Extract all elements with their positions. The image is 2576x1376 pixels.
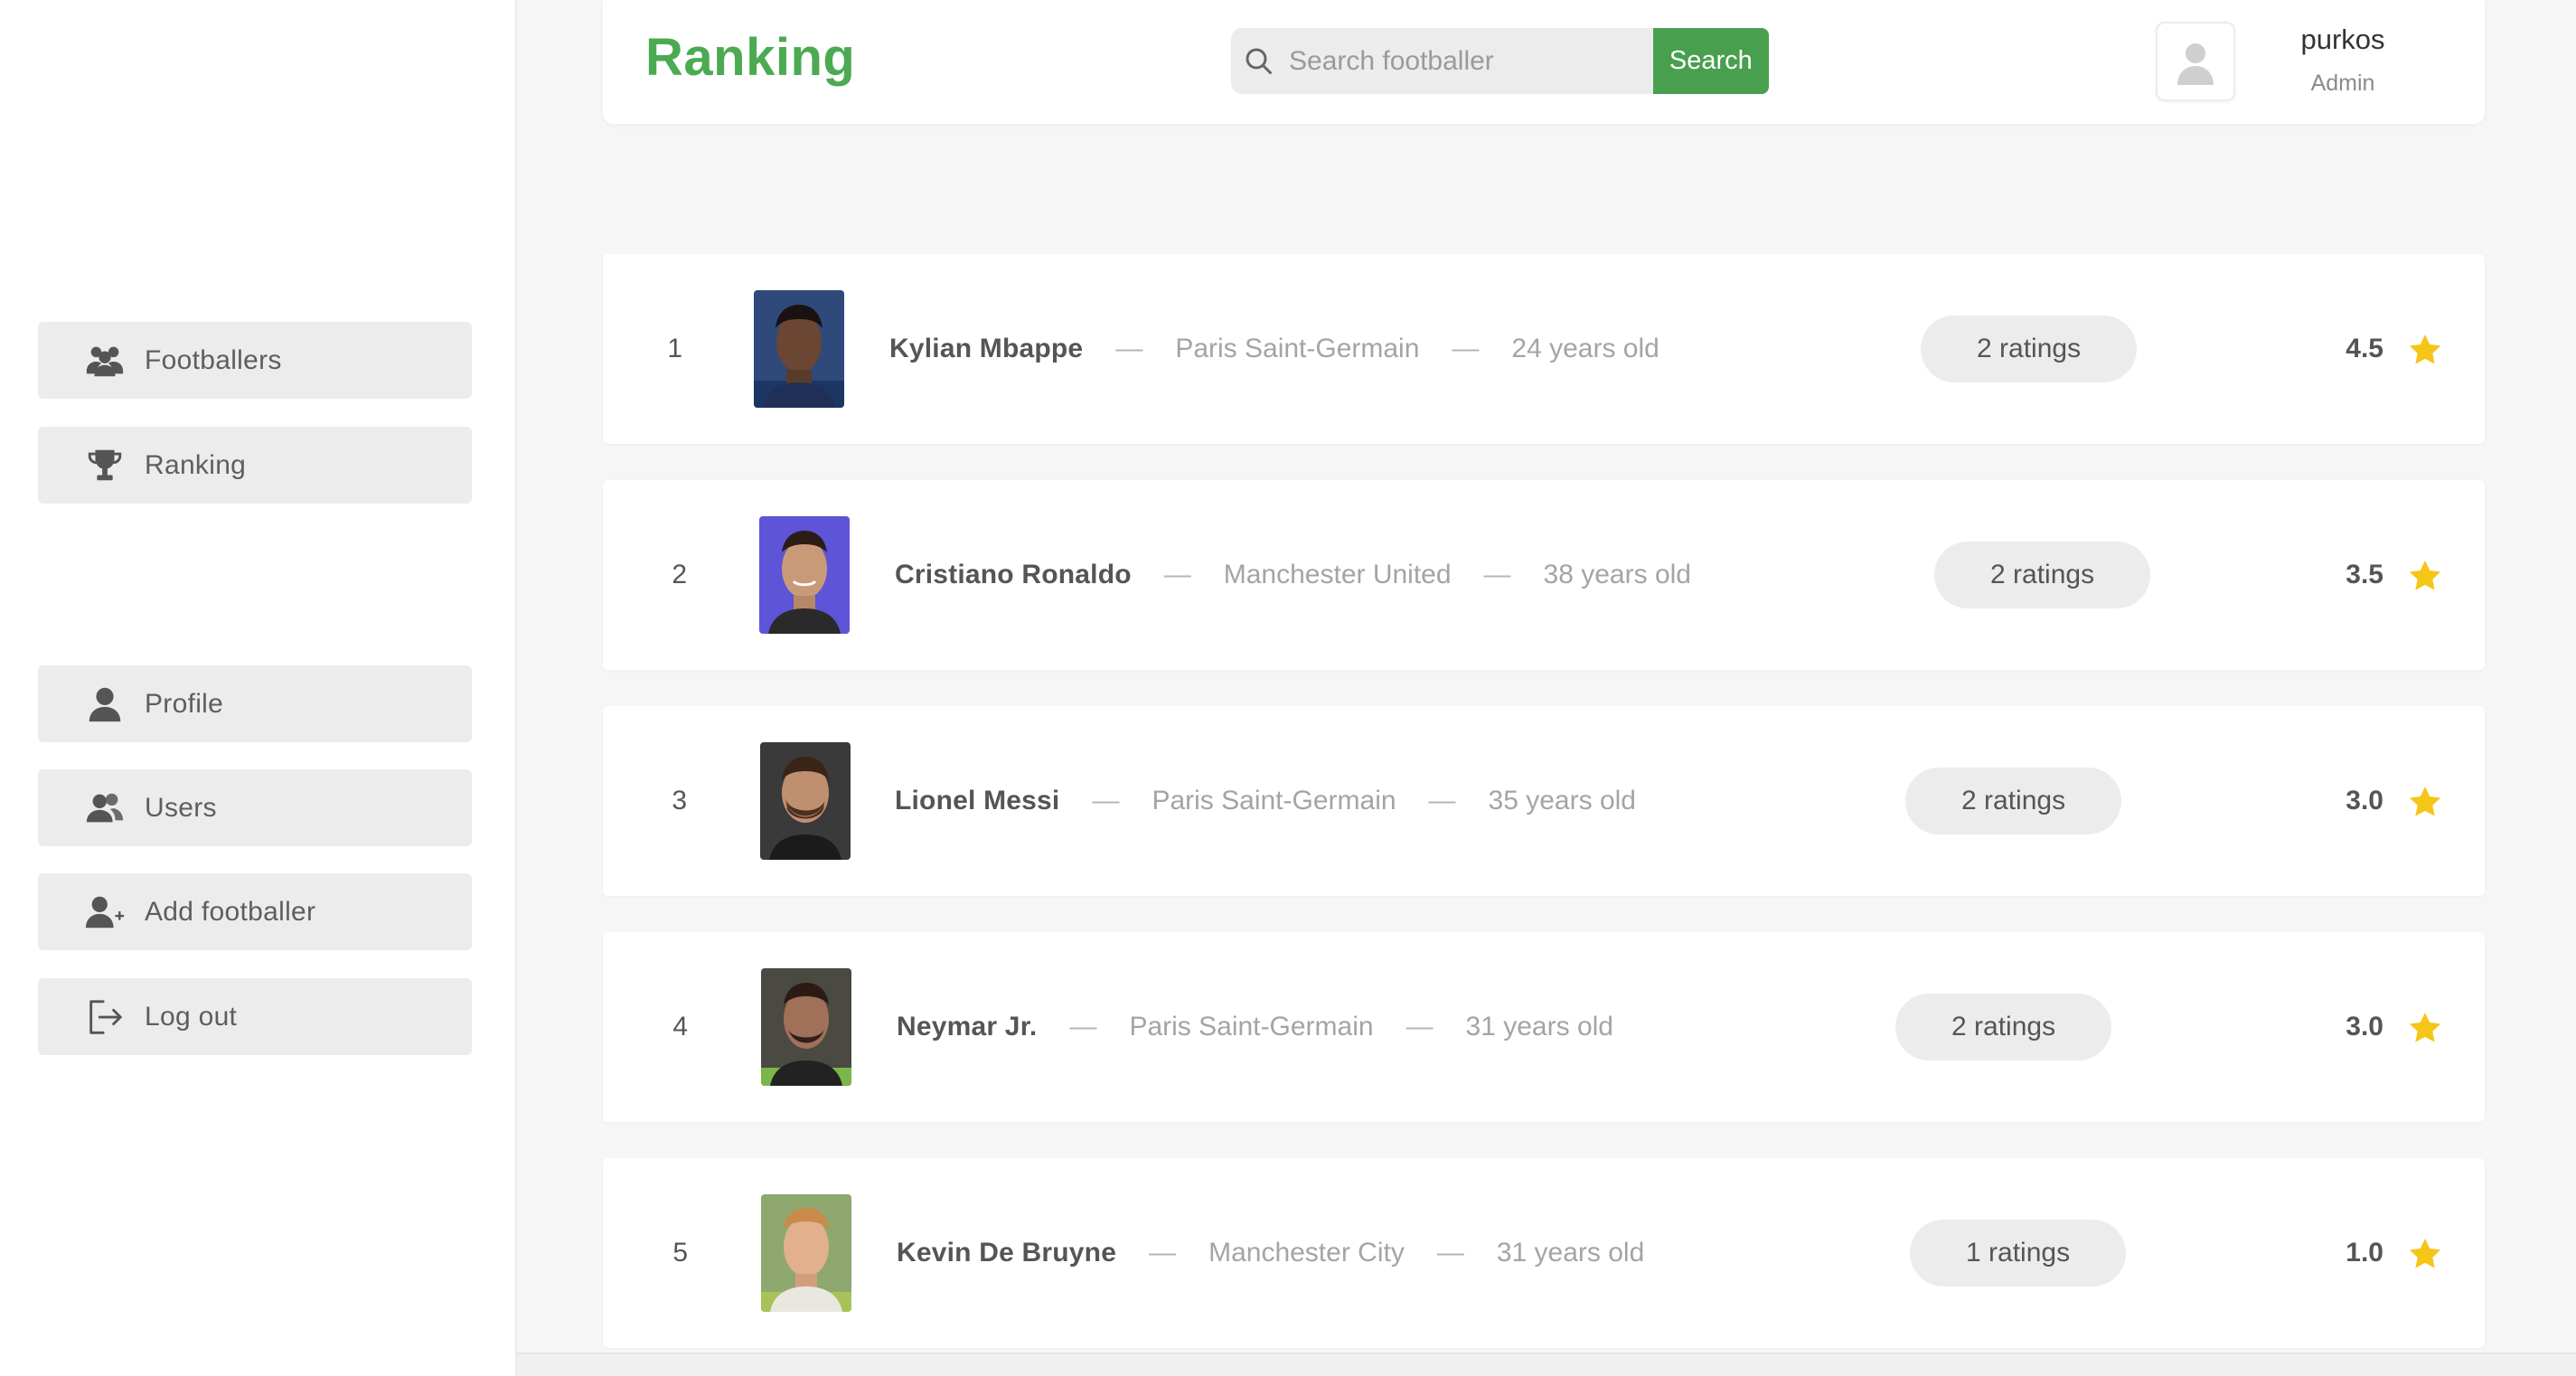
player-photo xyxy=(761,1194,851,1312)
separator: — xyxy=(1436,1238,1464,1268)
sidebar-item-label: Footballers xyxy=(145,344,282,375)
rank-number: 1 xyxy=(667,334,682,363)
separator: — xyxy=(1483,560,1511,589)
ranking-row[interactable]: 1 Kylian Mbappe — Paris Saint-Germain — … xyxy=(603,254,2485,444)
player-name: Kevin De Bruyne xyxy=(897,1238,1117,1268)
star-icon xyxy=(2409,1013,2441,1042)
avatar[interactable] xyxy=(2156,22,2235,101)
sidebar-item-log-out[interactable]: Log out xyxy=(38,978,472,1055)
user-avatar-icon xyxy=(2177,43,2214,85)
player-club: Manchester City xyxy=(1208,1238,1405,1268)
player-club: Manchester United xyxy=(1223,560,1452,589)
sidebar-item-label: Profile xyxy=(145,688,224,719)
separator: — xyxy=(1163,560,1191,589)
star-icon xyxy=(2409,1239,2441,1268)
logout-icon xyxy=(83,995,127,1039)
user-role: Admin xyxy=(2310,71,2375,96)
user-name: purkos xyxy=(2300,24,2385,55)
player-photo xyxy=(761,968,851,1086)
ratings-count-badge[interactable]: 1 ratings xyxy=(1910,1220,2127,1286)
player-photo xyxy=(760,742,851,860)
player-name: Lionel Messi xyxy=(895,786,1060,815)
sidebar-item-label: Users xyxy=(145,792,217,823)
star-icon xyxy=(2409,787,2441,816)
rating-score: 1.0 xyxy=(2346,1238,2383,1268)
player-info: Cristiano Ronaldo — Manchester United — … xyxy=(895,480,1691,670)
player-age: 31 years old xyxy=(1496,1238,1645,1268)
player-age: 35 years old xyxy=(1488,786,1636,815)
rating-score: 3.5 xyxy=(2346,560,2383,589)
ratings-count-badge[interactable]: 2 ratings xyxy=(1905,768,2122,834)
horizontal-scrollbar[interactable] xyxy=(517,1352,2576,1376)
ranking-row[interactable]: 2 Cristiano Ronaldo — Manchester United … xyxy=(603,480,2485,670)
search-input[interactable] xyxy=(1289,45,1650,77)
header: Ranking Search purkos Admin xyxy=(603,0,2485,124)
player-info: Kylian Mbappe — Paris Saint-Germain — 24… xyxy=(889,254,1659,444)
ratings-count-badge[interactable]: 2 ratings xyxy=(1934,542,2151,608)
sidebar: Footballers Ranking Profile Users Add fo… xyxy=(0,0,517,1376)
sidebar-item-label: Add footballer xyxy=(145,896,316,927)
player-club: Paris Saint-Germain xyxy=(1175,334,1420,363)
ranking-row[interactable]: 5 Kevin De Bruyne — Manchester City — 31… xyxy=(603,1158,2485,1348)
rank-number: 5 xyxy=(672,1238,688,1268)
separator: — xyxy=(1092,786,1120,815)
separator: — xyxy=(1069,1012,1097,1041)
player-club: Paris Saint-Germain xyxy=(1129,1012,1374,1041)
user-icon xyxy=(83,683,127,726)
sidebar-item-profile[interactable]: Profile xyxy=(38,665,472,742)
player-info: Lionel Messi — Paris Saint-Germain — 35 … xyxy=(895,706,1636,896)
star-icon xyxy=(2409,335,2441,364)
player-info: Kevin De Bruyne — Manchester City — 31 y… xyxy=(897,1158,1644,1348)
player-name: Neymar Jr. xyxy=(897,1012,1038,1041)
rating-score: 4.5 xyxy=(2346,334,2383,363)
page-title: Ranking xyxy=(645,28,856,87)
separator: — xyxy=(1149,1238,1177,1268)
user-plus-icon xyxy=(83,891,127,934)
search-field[interactable] xyxy=(1231,28,1653,94)
ratings-count-badge[interactable]: 2 ratings xyxy=(1895,994,2112,1060)
separator: — xyxy=(1452,334,1480,363)
search-button[interactable]: Search xyxy=(1652,28,1769,94)
player-age: 24 years old xyxy=(1511,334,1659,363)
player-age: 38 years old xyxy=(1543,560,1691,589)
player-name: Cristiano Ronaldo xyxy=(895,560,1132,589)
search-icon xyxy=(1246,48,1272,74)
users-group-icon xyxy=(83,339,127,382)
sidebar-item-label: Ranking xyxy=(145,449,247,480)
separator: — xyxy=(1428,786,1456,815)
rating-score: 3.0 xyxy=(2346,786,2383,815)
player-age: 31 years old xyxy=(1465,1012,1613,1041)
users-icon xyxy=(83,787,127,830)
sidebar-item-add-footballer[interactable]: Add footballer xyxy=(38,873,472,950)
player-photo xyxy=(759,516,850,634)
rank-number: 2 xyxy=(672,560,687,589)
player-info: Neymar Jr. — Paris Saint-Germain — 31 ye… xyxy=(897,932,1613,1122)
separator: — xyxy=(1406,1012,1434,1041)
sidebar-item-label: Log out xyxy=(145,1001,238,1032)
rank-number: 3 xyxy=(672,786,687,815)
ratings-count-badge[interactable]: 2 ratings xyxy=(1921,316,2138,382)
sidebar-item-ranking[interactable]: Ranking xyxy=(38,427,472,504)
player-name: Kylian Mbappe xyxy=(889,334,1084,363)
player-club: Paris Saint-Germain xyxy=(1152,786,1396,815)
rating-score: 3.0 xyxy=(2346,1012,2383,1041)
sidebar-item-footballers[interactable]: Footballers xyxy=(38,322,472,399)
ranking-row[interactable]: 4 Neymar Jr. — Paris Saint-Germain — 31 … xyxy=(603,932,2485,1122)
separator: — xyxy=(1115,334,1143,363)
player-photo xyxy=(754,290,844,408)
ranking-row[interactable]: 3 Lionel Messi — Paris Saint-Germain — 3… xyxy=(603,706,2485,896)
star-icon xyxy=(2409,561,2441,590)
search-bar: Search xyxy=(1231,28,1769,94)
trophy-icon xyxy=(83,444,127,487)
rank-number: 4 xyxy=(672,1012,688,1041)
sidebar-item-users[interactable]: Users xyxy=(38,769,472,846)
